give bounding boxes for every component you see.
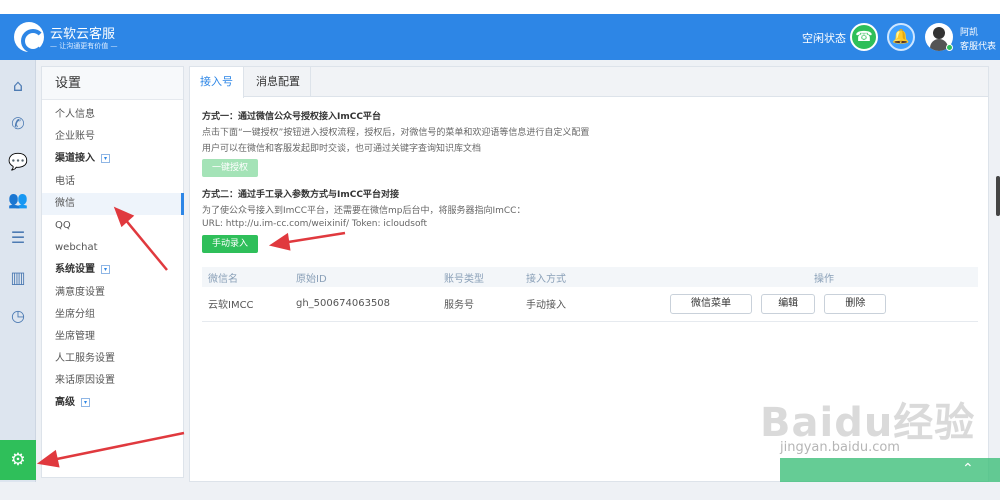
cell-access-mode: 手动接入 — [520, 287, 670, 322]
sidebar-item-agent-groups[interactable]: 坐席分组 — [42, 304, 183, 326]
sidebar-item-profile[interactable]: 个人信息 — [42, 104, 183, 126]
list-icon[interactable]: ☰ — [0, 222, 36, 252]
chat-icon[interactable]: 💬 — [0, 146, 36, 176]
logo-icon — [14, 22, 45, 53]
method2-title: 方式二：通过手工录入参数方式与ImCC平台对接 — [202, 190, 399, 200]
home-icon[interactable]: ⌂ — [0, 70, 36, 100]
phone-icon: ☎ — [855, 29, 873, 45]
sidebar-item-qq[interactable]: QQ — [42, 215, 183, 237]
sidebar-item-human-service[interactable]: 人工服务设置 — [42, 348, 183, 370]
sidebar-item-satisfaction[interactable]: 满意度设置 — [42, 282, 183, 304]
manual-entry-button[interactable]: 手动录入 — [202, 235, 258, 253]
settings-menu: 个人信息 企业账号 渠道接入 ▾ 电话 微信 QQ webchat 系统设置 ▾ 满… — [42, 100, 184, 415]
cell-wechat-name: 云软IMCC — [202, 287, 290, 322]
nav-rail: ⌂ ✆ 💬 👥 ☰ ▥ ◷ — [0, 60, 36, 482]
col-actions: 操作 — [670, 267, 978, 287]
brand-name: 云软云客服 — [50, 27, 116, 42]
table-header-row: 微信名 原始ID 账号类型 接入方式 操作 — [202, 267, 978, 287]
sidebar-item-company-account[interactable]: 企业账号 — [42, 126, 183, 148]
sidebar-title: 设置 — [42, 67, 183, 100]
wechat-menu-button[interactable]: 微信菜单 — [670, 293, 752, 314]
agent-status[interactable]: 空闲状态 — [802, 30, 846, 46]
sidebar-item-call-reasons[interactable]: 来话原因设置 — [42, 370, 183, 392]
method2-url-token: URL: http://u.im-cc.com/weixinif/ Token:… — [202, 219, 428, 229]
col-account-type: 账号类型 — [438, 267, 520, 287]
bell-icon: 🔔 — [892, 29, 910, 45]
col-original-id: 原始ID — [290, 267, 438, 287]
method1-desc-2: 用户可以在微信和客服发起即时交谈，也可通过关键字查询知识库文档 — [202, 144, 482, 154]
col-wechat-name: 微信名 — [202, 267, 290, 287]
expand-icon: ▾ — [81, 397, 90, 407]
cell-account-type: 服务号 — [438, 287, 520, 322]
app-header: 云软云客服 — 让沟通更有价值 — 空闲状态 ☎ 🔔 阿凯 客服代表 — [0, 14, 1000, 60]
expand-icon: ▾ — [101, 153, 110, 163]
notification-button[interactable]: 🔔 — [887, 23, 915, 51]
phone-icon[interactable]: ✆ — [0, 108, 36, 138]
col-access-mode: 接入方式 — [520, 267, 670, 287]
phone-button[interactable]: ☎ — [850, 23, 878, 51]
tab-message-config[interactable]: 消息配置 — [246, 67, 311, 97]
method1-title: 方式一：通过微信公众号授权接入ImCC平台 — [202, 112, 381, 122]
tab-bar: 接入号 消息配置 — [190, 67, 988, 98]
table-row: 云软IMCC gh_500674063508 服务号 手动接入 微信菜单 编辑 … — [202, 287, 978, 322]
cell-actions: 微信菜单 编辑 删除 — [670, 287, 978, 322]
method1-desc-1: 点击下面“一键授权”按钮进入授权流程，授权后，对微信号的菜单和欢迎语等信息进行自… — [202, 128, 590, 138]
baidu-watermark-url: jingyan.baidu.com — [780, 440, 900, 455]
sidebar-group-advanced[interactable]: 高级 ▾ — [42, 392, 183, 414]
sidebar-item-phone[interactable]: 电话 — [42, 171, 183, 193]
compass-icon[interactable]: ◷ — [0, 300, 36, 330]
method2-desc: 为了使公众号接入到ImCC平台，还需要在微信mp后台中，将服务器指向ImCC： — [202, 206, 526, 216]
gear-icon: ⚙ — [10, 450, 26, 470]
wechat-accounts-table: 微信名 原始ID 账号类型 接入方式 操作 云软IMCC gh_50067406… — [202, 267, 978, 322]
users-icon[interactable]: 👥 — [0, 184, 36, 214]
delete-button[interactable]: 删除 — [824, 293, 887, 314]
settings-sidebar: 设置 个人信息 企业账号 渠道接入 ▾ 电话 微信 QQ webchat 系统设置… — [41, 66, 184, 478]
scroll-top-icon[interactable]: ⌃ — [962, 461, 974, 477]
page-scrollbar[interactable] — [996, 176, 1000, 216]
top-strip — [0, 0, 1000, 14]
user-name[interactable]: 阿凯 — [960, 25, 978, 38]
tab-access-number[interactable]: 接入号 — [190, 67, 244, 98]
brand-slogan: — 让沟通更有价值 — — [50, 42, 118, 50]
expand-icon: ▾ — [101, 264, 110, 274]
edit-button[interactable]: 编辑 — [761, 293, 816, 314]
cell-original-id: gh_500674063508 — [290, 287, 438, 322]
user-role: 客服代表 — [960, 42, 997, 52]
settings-button[interactable]: ⚙ — [0, 440, 36, 480]
online-indicator — [946, 44, 953, 51]
sidebar-item-webchat[interactable]: webchat — [42, 237, 183, 259]
sidebar-group-system[interactable]: 系统设置 ▾ — [42, 259, 183, 281]
sidebar-item-wechat[interactable]: 微信 — [42, 192, 184, 216]
sidebar-group-channels[interactable]: 渠道接入 ▾ — [42, 148, 183, 170]
sidebar-item-agent-management[interactable]: 坐席管理 — [42, 326, 183, 348]
chart-icon[interactable]: ▥ — [0, 262, 36, 292]
one-click-auth-button[interactable]: 一键授权 — [202, 159, 258, 177]
